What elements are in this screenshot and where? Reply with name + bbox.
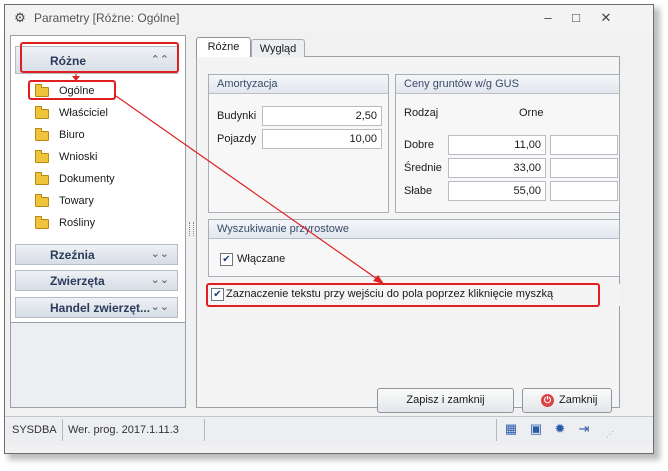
annotation-arrow-diagonal	[115, 95, 381, 282]
annotation-arrowhead	[72, 76, 80, 81]
annotation-arrows	[72, 74, 384, 284]
annotation-arrowhead	[373, 275, 384, 284]
